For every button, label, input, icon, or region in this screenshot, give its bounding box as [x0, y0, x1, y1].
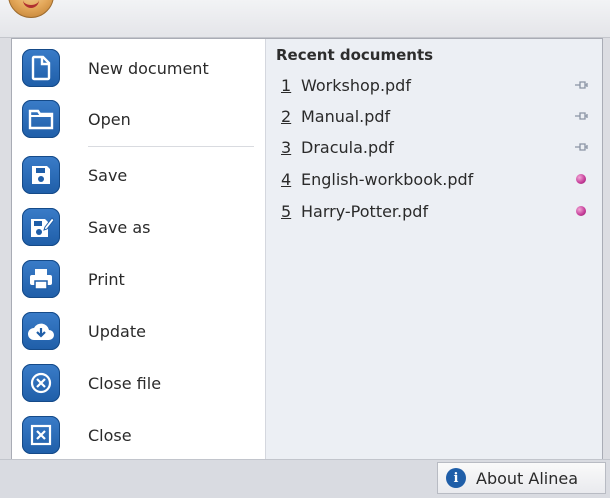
menu-separator	[88, 146, 254, 147]
recent-item[interactable]: 5 Harry-Potter.pdf	[266, 197, 603, 227]
new-document-button[interactable]: New document	[12, 42, 265, 94]
recent-item-number: 1	[281, 76, 292, 95]
recent-item[interactable]: 3 Dracula.pdf	[266, 133, 603, 163]
close-button[interactable]: Close	[12, 409, 265, 461]
new-document-icon	[22, 49, 60, 87]
recent-item-name: Harry-Potter.pdf	[301, 202, 429, 221]
recent-item-name: Workshop.pdf	[301, 76, 411, 95]
save-as-button[interactable]: Save as	[12, 201, 265, 253]
command-list: New document Open Save Save as Print Upd…	[12, 39, 265, 459]
pinned-icon[interactable]	[576, 206, 586, 216]
recent-item-name: English-workbook.pdf	[301, 170, 474, 189]
about-label: About Alinea	[476, 468, 579, 488]
recent-item-number: 5	[281, 202, 292, 221]
pin-icon[interactable]	[575, 111, 589, 121]
recent-item-number: 3	[281, 138, 292, 157]
cloud-download-icon	[22, 312, 60, 350]
close-file-label: Close file	[88, 373, 162, 393]
update-label: Update	[88, 321, 146, 341]
application-button[interactable]	[8, 0, 54, 18]
recent-item-number: 2	[281, 107, 292, 126]
open-label: Open	[88, 109, 131, 129]
recent-item[interactable]: 4 English-workbook.pdf	[266, 165, 603, 195]
about-button[interactable]: i About Alinea	[437, 462, 606, 494]
save-as-icon	[22, 208, 60, 246]
new-document-label: New document	[88, 58, 209, 78]
close-file-button[interactable]: Close file	[12, 357, 265, 409]
close-label: Close	[88, 425, 132, 445]
save-button[interactable]: Save	[12, 149, 265, 201]
recent-item[interactable]: 1 Workshop.pdf	[266, 71, 603, 101]
close-box-icon	[22, 416, 60, 454]
recent-item[interactable]: 2 Manual.pdf	[266, 102, 603, 132]
folder-icon	[22, 100, 60, 138]
application-menu-window: New document Open Save Save as Print Upd…	[0, 0, 610, 498]
recent-item-number: 4	[281, 170, 292, 189]
open-button[interactable]: Open	[12, 93, 265, 145]
recent-documents-panel: Recent documents 1 Workshop.pdf 2 Manual…	[265, 39, 602, 459]
pinned-icon[interactable]	[576, 174, 586, 184]
print-label: Print	[88, 269, 125, 289]
floppy-disk-icon	[22, 156, 60, 194]
recent-item-name: Dracula.pdf	[301, 138, 394, 157]
update-button[interactable]: Update	[12, 305, 265, 357]
backstage-menu: New document Open Save Save as Print Upd…	[11, 38, 603, 460]
printer-icon	[22, 260, 60, 298]
save-as-label: Save as	[88, 217, 151, 237]
info-icon: i	[446, 468, 466, 488]
save-label: Save	[88, 165, 128, 185]
recent-documents-title: Recent documents	[276, 46, 434, 64]
recent-item-name: Manual.pdf	[301, 107, 391, 126]
title-strip	[0, 0, 610, 38]
pin-icon[interactable]	[575, 80, 589, 90]
close-circle-icon	[22, 364, 60, 402]
pin-icon[interactable]	[575, 142, 589, 152]
print-button[interactable]: Print	[12, 253, 265, 305]
